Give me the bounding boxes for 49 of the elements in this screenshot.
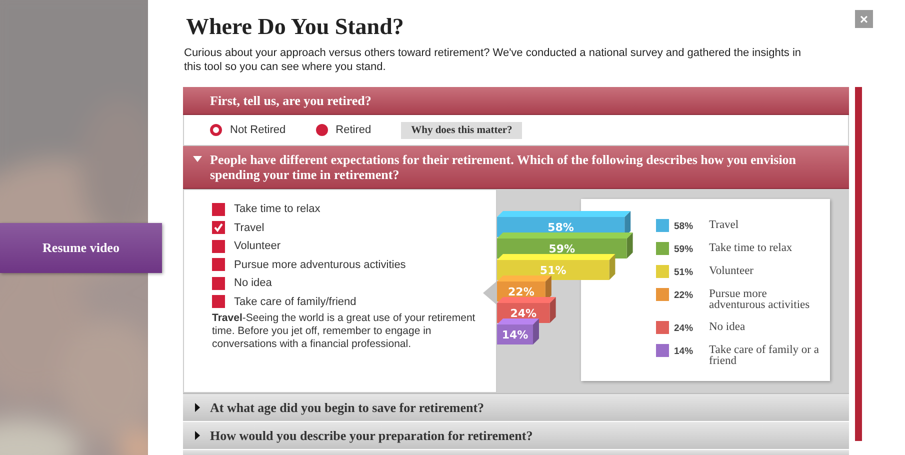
section-header[interactable]: First, tell us, are you retired? xyxy=(183,87,849,115)
bar-label: 51% xyxy=(540,264,566,277)
bar-label: 22% xyxy=(508,286,534,298)
checkbox-option[interactable]: Take time to relax xyxy=(212,200,476,218)
caret-down-icon xyxy=(193,156,202,162)
radio-option[interactable]: Not Retired xyxy=(210,124,286,136)
checkbox[interactable] xyxy=(212,295,225,308)
checkbox[interactable] xyxy=(212,240,225,253)
checkbox-option[interactable]: Take care of family/friend xyxy=(212,292,476,311)
checkbox-option[interactable]: Travel xyxy=(212,218,476,237)
radio-option[interactable]: Retired xyxy=(316,124,372,136)
checkbox-option[interactable]: No idea xyxy=(212,274,476,292)
legend-label: No idea xyxy=(709,321,746,333)
legend-percent: 14% xyxy=(674,345,694,357)
checkbox[interactable] xyxy=(212,276,225,290)
bar-label: 14% xyxy=(502,328,528,342)
legend-percent: 58% xyxy=(674,220,694,232)
scrollbar-thumb[interactable] xyxy=(855,87,862,441)
section-header[interactable]: People have different expectations for their retirement. Which of the following describes how you envision spending your time in retirement? xyxy=(183,146,849,189)
bar-label: 24% xyxy=(510,307,537,320)
section-header[interactable]: How would you describe your preparation for retirement? xyxy=(183,422,849,450)
legend-label: Take care of family or a friend xyxy=(709,344,820,367)
section-header[interactable]: At what age did you begin to save for retirement? xyxy=(183,394,849,422)
legend-label: Take time to relax xyxy=(709,242,794,254)
checkbox[interactable] xyxy=(212,221,225,234)
legend-percent: 24% xyxy=(674,322,694,334)
radio-button[interactable] xyxy=(316,124,328,136)
intro-text: Curious about your approach versus others toward retirement? We've conducted a national survey and gathered the insights in this tool so you can see where you stand. xyxy=(184,46,802,74)
checkbox[interactable] xyxy=(212,258,225,272)
legend-label: Volunteer xyxy=(709,265,755,277)
legend-percent: 59% xyxy=(674,243,694,255)
checkbox-option[interactable]: Volunteer xyxy=(212,237,476,256)
bar-bevel xyxy=(497,318,539,344)
checkbox[interactable] xyxy=(212,202,225,216)
bar-label: 59% xyxy=(548,242,576,256)
bar-label: 58% xyxy=(548,221,574,234)
legend-percent: 22% xyxy=(674,289,694,301)
answer-note: Travel-Seeing the world is a great use of your retirement time. Before you jet off, remember to engage in conversations with a financial professional. xyxy=(212,312,476,351)
legend-percent: 51% xyxy=(674,266,694,278)
checkbox-option[interactable]: Pursue more adventurous activities xyxy=(212,256,476,274)
caret-right-icon xyxy=(193,403,202,412)
bar-bevel xyxy=(497,297,556,323)
resume-video-button[interactable]: Resume video xyxy=(0,223,162,273)
radio-button[interactable] xyxy=(210,124,222,136)
legend-label: Travel xyxy=(709,219,740,231)
help-button[interactable]: Why does this matter? xyxy=(401,122,522,138)
caret-right-icon xyxy=(193,431,202,440)
legend-label: Pursue more adventurous activities xyxy=(709,288,811,311)
dialog-title: Where Do You Stand? xyxy=(186,14,404,40)
